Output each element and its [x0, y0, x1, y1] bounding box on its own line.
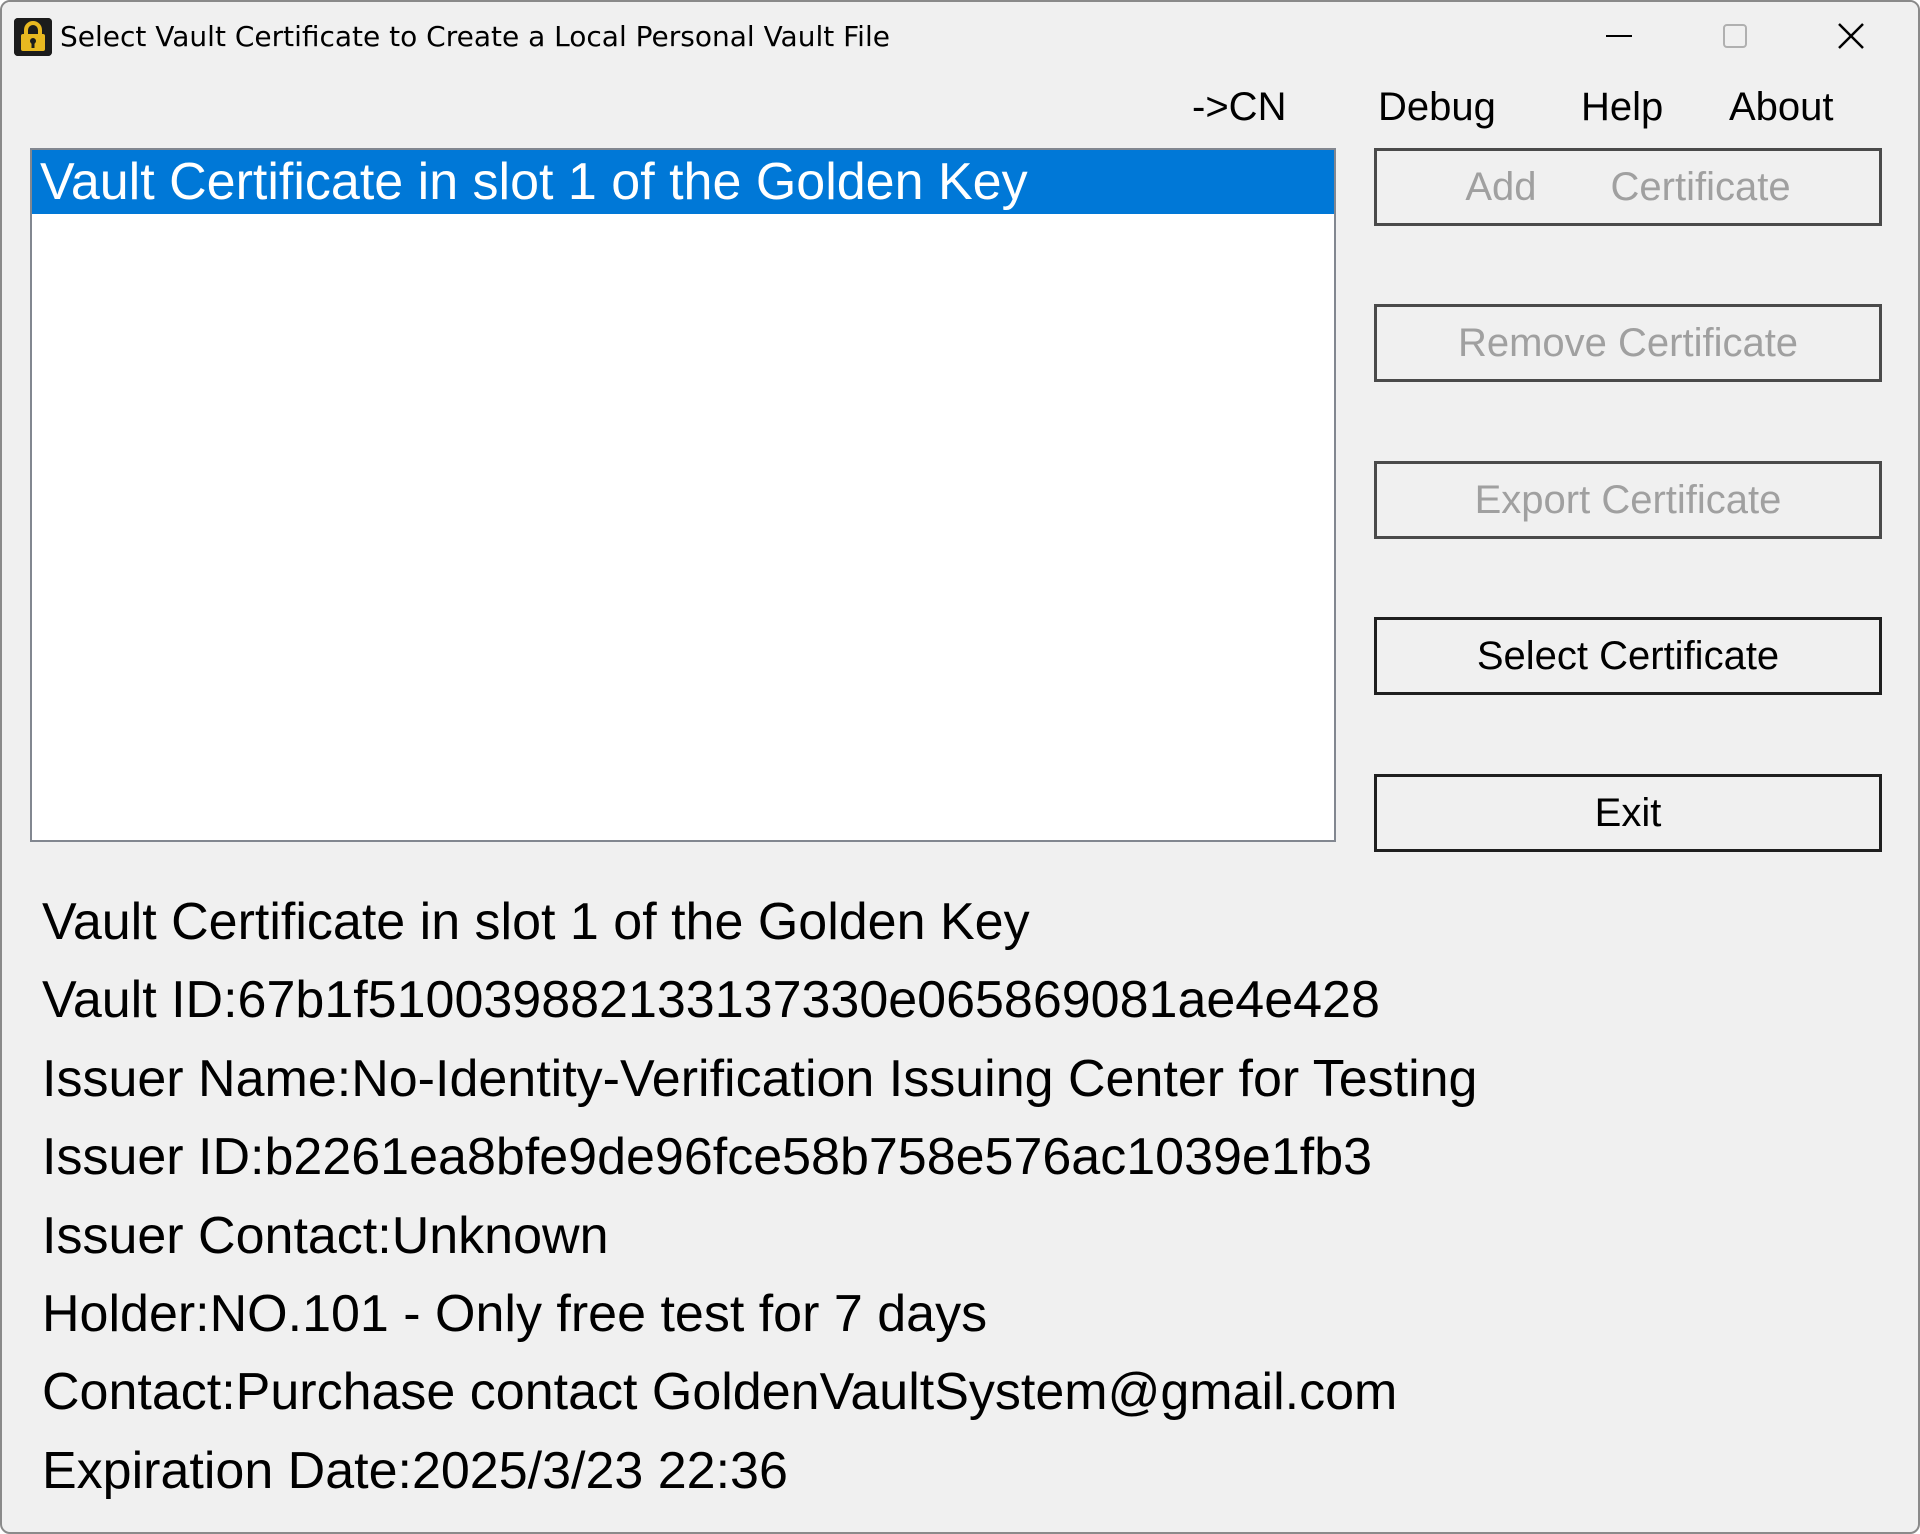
detail-holder: Holder:NO.101 - Only free test for 7 day…	[42, 1285, 988, 1343]
export-certificate-button[interactable]: Export Certificate	[1374, 461, 1882, 539]
close-button[interactable]	[1793, 2, 1909, 70]
minimize-icon	[1606, 35, 1632, 37]
add-button-label-word1: Add	[1465, 165, 1537, 209]
list-item[interactable]: Vault Certificate in slot 1 of the Golde…	[32, 150, 1334, 214]
detail-certificate-name: Vault Certificate in slot 1 of the Golde…	[42, 893, 1030, 951]
minimize-button[interactable]	[1561, 2, 1677, 70]
add-button-label-word2: Certificate	[1610, 165, 1791, 209]
detail-contact: Contact:Purchase contact GoldenVaultSyst…	[42, 1363, 1398, 1421]
menu-switch-cn[interactable]: ->CN	[1192, 84, 1286, 130]
detail-issuer-contact: Issuer Contact:Unknown	[42, 1207, 609, 1265]
detail-issuer-name: Issuer Name:No-Identity-Verification Iss…	[42, 1050, 1478, 1108]
detail-vault-id: Vault ID:67b1f5100398821331373​30e065869…	[42, 971, 1380, 1029]
exit-button[interactable]: Exit	[1374, 774, 1882, 852]
title-bar[interactable]: Select Vault Certificate to Create a Loc…	[2, 2, 1918, 72]
menu-about[interactable]: About	[1729, 84, 1834, 130]
menu-debug[interactable]: Debug	[1378, 84, 1496, 130]
window-title: Select Vault Certificate to Create a Loc…	[60, 20, 890, 53]
detail-issuer-id: Issuer ID:b2261ea8bfe9de96fce58b758e576a…	[42, 1128, 1373, 1186]
maximize-button[interactable]	[1677, 2, 1793, 70]
padlock-icon	[14, 18, 52, 56]
certificate-select-window: Select Vault Certificate to Create a Loc…	[0, 0, 1920, 1534]
remove-certificate-button[interactable]: Remove Certificate	[1374, 304, 1882, 382]
maximize-icon	[1723, 24, 1747, 48]
close-icon	[1838, 23, 1864, 49]
select-certificate-button[interactable]: Select Certificate	[1374, 617, 1882, 695]
add-certificate-button[interactable]: Add Certificate	[1374, 148, 1882, 226]
menu-help[interactable]: Help	[1581, 84, 1663, 130]
detail-expiration-date: Expiration Date:2025/3/23 22:36	[42, 1442, 788, 1500]
certificate-list[interactable]: Vault Certificate in slot 1 of the Golde…	[30, 148, 1336, 842]
